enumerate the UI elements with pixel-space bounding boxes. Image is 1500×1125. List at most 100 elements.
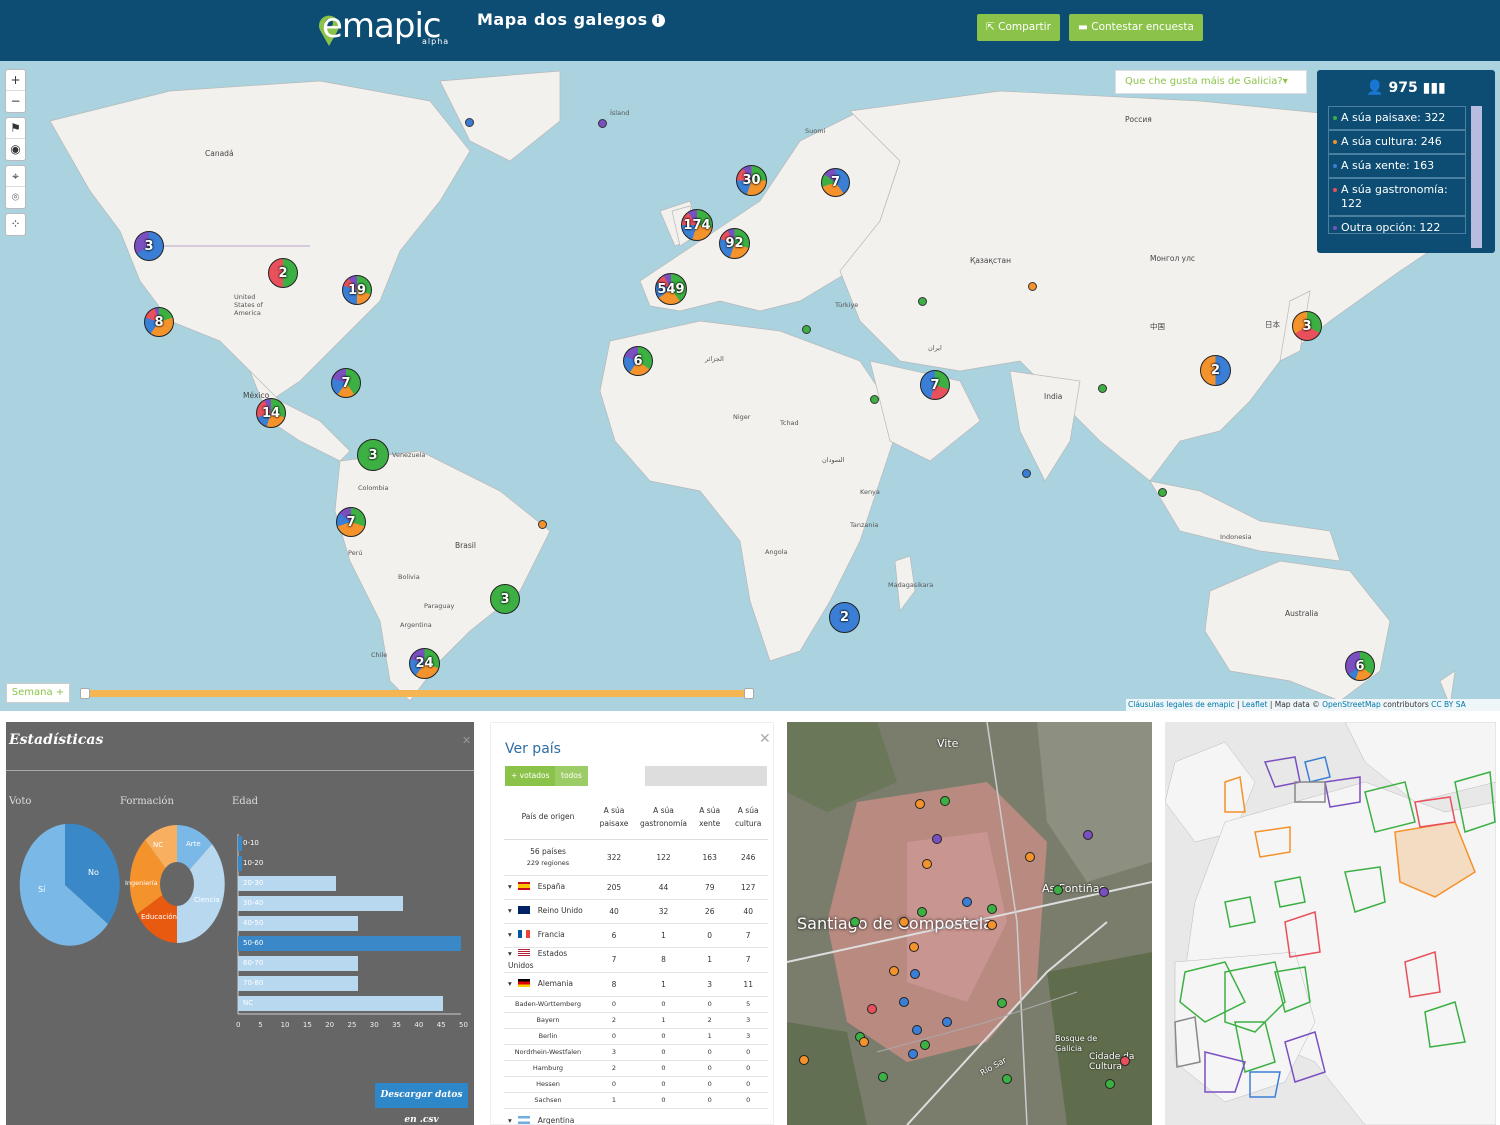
- marker-point[interactable]: [1158, 488, 1167, 497]
- legend-item[interactable]: A súa paisaxe: 322: [1328, 106, 1466, 130]
- cluster-marker[interactable]: 549: [655, 273, 687, 305]
- sat-point[interactable]: [1002, 1074, 1012, 1084]
- timeline-end-handle[interactable]: [744, 688, 754, 699]
- country-cell[interactable]: ▾ Reino Unido: [504, 899, 592, 924]
- cluster-marker[interactable]: 3: [490, 584, 520, 614]
- region-row[interactable]: Berlin 0 0 1 3: [504, 1028, 768, 1045]
- cluster-marker[interactable]: 7: [920, 370, 950, 400]
- country-search-input[interactable]: [645, 766, 767, 786]
- cluster-marker[interactable]: 3: [134, 231, 164, 261]
- close-icon[interactable]: ✕: [759, 731, 771, 747]
- sat-point[interactable]: [1105, 1079, 1115, 1089]
- sat-point[interactable]: [859, 1037, 869, 1047]
- sat-point[interactable]: [910, 969, 920, 979]
- cluster-marker[interactable]: 6: [1345, 651, 1375, 681]
- col-header-xente[interactable]: A súa xente: [691, 795, 729, 840]
- osm-link[interactable]: OpenStreetMap: [1322, 700, 1381, 709]
- expand-caret-icon[interactable]: ▾: [508, 1116, 512, 1125]
- col-header-paisaxe[interactable]: A súa paisaxe: [592, 795, 636, 840]
- cluster-marker[interactable]: 24: [409, 648, 440, 679]
- cluster-marker[interactable]: 8: [144, 307, 174, 337]
- cluster-marker[interactable]: 14: [256, 398, 286, 428]
- table-row[interactable]: ▾ Francia 6 1 0 7: [504, 923, 768, 948]
- satellite-map-panel[interactable]: Vite Santiago de Compostela As Fontiñas …: [787, 722, 1152, 1125]
- region-row[interactable]: Hamburg 2 0 0 0: [504, 1060, 768, 1077]
- edad-bar[interactable]: [238, 996, 444, 1011]
- cluster-marker[interactable]: 3: [1292, 311, 1322, 341]
- expand-caret-icon[interactable]: ▾: [508, 930, 512, 939]
- sat-point[interactable]: [850, 917, 860, 927]
- col-header-cultura[interactable]: A súa cultura: [728, 795, 768, 840]
- timeline-slider[interactable]: [80, 688, 754, 699]
- cluster-marker[interactable]: 174: [681, 209, 713, 241]
- expand-caret-icon[interactable]: ▾: [508, 882, 512, 891]
- marker-point[interactable]: [538, 520, 547, 529]
- legal-link[interactable]: Cláusulas legales de emapic: [1128, 700, 1235, 709]
- emapic-logo[interactable]: emapic alpha: [314, 4, 454, 54]
- flag-icon[interactable]: ⚑: [6, 118, 25, 139]
- cluster-marker[interactable]: 6: [623, 346, 653, 376]
- marker-point[interactable]: [918, 297, 927, 306]
- total-votes[interactable]: 👤 975 ▮▮▮: [1317, 80, 1495, 96]
- toggle-all-button[interactable]: todos: [555, 766, 588, 786]
- marker-point[interactable]: [870, 395, 879, 404]
- sat-point[interactable]: [987, 920, 997, 930]
- sat-point[interactable]: [1099, 887, 1109, 897]
- col-header-country[interactable]: País de origen: [504, 795, 592, 840]
- legend-item[interactable]: A súa xente: 163: [1328, 154, 1466, 178]
- legend-scrollbar[interactable]: [1471, 106, 1482, 248]
- sat-point[interactable]: [899, 917, 909, 927]
- table-row[interactable]: ▾ Reino Unido 40 32 26 40: [504, 899, 768, 924]
- cluster-marker[interactable]: 30: [736, 165, 767, 196]
- expand-caret-icon[interactable]: ▾: [508, 979, 512, 988]
- cluster-marker[interactable]: 7: [821, 168, 850, 197]
- world-map[interactable]: Canadá United States of America México B…: [0, 61, 1500, 711]
- sat-point[interactable]: [997, 998, 1007, 1008]
- zoom-out-button[interactable]: −: [6, 91, 25, 112]
- country-cell[interactable]: ▾ Alemania: [504, 972, 592, 997]
- table-row[interactable]: ▾ Estados Unidos 7 8 1 7: [504, 947, 768, 973]
- download-csv-button[interactable]: Descargar datos en .csv: [375, 1083, 468, 1125]
- globe-icon[interactable]: ◉: [6, 139, 25, 160]
- expand-caret-icon[interactable]: ▾: [508, 949, 512, 958]
- cluster-marker[interactable]: 19: [342, 275, 372, 305]
- region-row[interactable]: Hessen 0 0 0 0: [504, 1076, 768, 1093]
- sat-point[interactable]: [799, 1055, 809, 1065]
- leaflet-link[interactable]: Leaflet: [1242, 700, 1268, 709]
- sat-point[interactable]: [878, 1072, 888, 1082]
- cluster-marker[interactable]: 2: [829, 602, 860, 633]
- marker-point[interactable]: [1022, 469, 1031, 478]
- timeline-start-handle[interactable]: [80, 688, 90, 699]
- edad-bar[interactable]: [238, 936, 461, 951]
- regions-map-panel[interactable]: [1165, 722, 1496, 1125]
- marker-point[interactable]: [1098, 384, 1107, 393]
- sat-point[interactable]: [942, 1017, 952, 1027]
- region-row[interactable]: Baden-Württemberg 0 0 0 5: [504, 996, 768, 1013]
- table-row[interactable]: ▾ España 205 44 79 127: [504, 875, 768, 900]
- voto-pie[interactable]: [19, 823, 120, 946]
- info-circle-icon[interactable]: i: [651, 14, 665, 27]
- sat-point[interactable]: [932, 834, 942, 844]
- sat-point[interactable]: [920, 1040, 930, 1050]
- sat-point[interactable]: [899, 997, 909, 1007]
- zoom-in-button[interactable]: +: [6, 70, 25, 91]
- cluster-marker[interactable]: 2: [268, 258, 298, 288]
- legend-item[interactable]: Outra opción: 122: [1328, 216, 1466, 234]
- locate-vote-icon[interactable]: ⌾: [6, 187, 25, 208]
- share-button[interactable]: ⇱ Compartir: [977, 14, 1060, 41]
- marker-point[interactable]: [1028, 282, 1037, 291]
- sat-point[interactable]: [909, 942, 919, 952]
- marker-point[interactable]: [465, 118, 474, 127]
- legend-item[interactable]: A súa cultura: 246: [1328, 130, 1466, 154]
- cluster-marker[interactable]: 3: [357, 439, 389, 471]
- edad-bar[interactable]: [238, 836, 243, 851]
- sat-point[interactable]: [912, 1025, 922, 1035]
- cluster-marker[interactable]: 7: [336, 507, 366, 537]
- sat-point[interactable]: [1083, 830, 1093, 840]
- legend-item[interactable]: A súa gastronomía: 122: [1328, 178, 1466, 216]
- cluster-marker[interactable]: 2: [1200, 355, 1231, 386]
- locate-me-icon[interactable]: ⌖: [6, 166, 25, 187]
- region-row[interactable]: Bayern 2 1 2 3: [504, 1012, 768, 1029]
- sat-point[interactable]: [1025, 852, 1035, 862]
- toggle-voted-button[interactable]: + votados: [505, 766, 556, 786]
